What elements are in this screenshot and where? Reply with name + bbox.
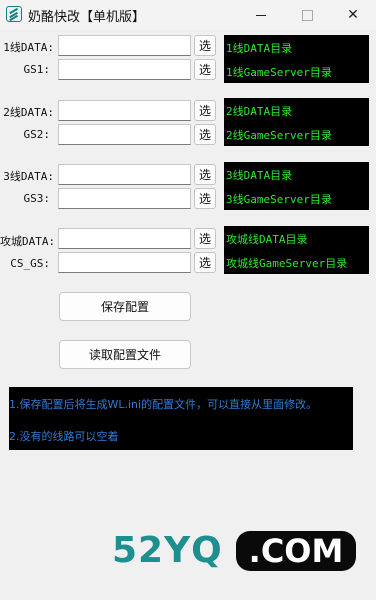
line1-path-panel: 1线DATA目录 1线GameServer目录: [224, 35, 369, 83]
line2-data-select-button[interactable]: 选: [194, 100, 216, 121]
maximize-icon: [301, 9, 313, 21]
line3-data-label: 3线DATA:: [3, 170, 54, 183]
siege-data-select-button[interactable]: 选: [194, 228, 216, 249]
line1-data-select-button[interactable]: 选: [194, 35, 216, 56]
line3-gs-input[interactable]: [58, 188, 191, 209]
line1-gs-label: GS1:: [23, 63, 51, 76]
line2-data-path: 2线DATA目录: [226, 105, 293, 118]
line2-gs-label: GS2:: [23, 128, 51, 141]
siege-gs-label: CS_GS:: [10, 257, 50, 270]
minimize-button[interactable]: [238, 0, 284, 30]
line1-data-label: 1线DATA:: [3, 41, 54, 54]
siege-gs-select-button[interactable]: 选: [194, 252, 216, 273]
title-bar: 奶酪快改【单机版】 ✕: [0, 0, 376, 30]
line3-path-panel: 3线DATA目录 3线GameServer目录: [224, 162, 369, 210]
siege-data-input[interactable]: [58, 228, 191, 249]
watermark-com-badge: .COM: [236, 531, 356, 571]
siege-data-label: 攻城DATA:: [0, 235, 56, 248]
line3-data-path: 3线DATA目录: [226, 169, 293, 182]
siege-path-panel: 攻城线DATA目录 攻城线GameServer目录: [224, 226, 369, 274]
line1-gs-select-button[interactable]: 选: [194, 59, 216, 80]
window-title: 奶酪快改【单机版】: [28, 10, 146, 25]
line2-gs-path: 2线GameServer目录: [226, 129, 332, 142]
note-line-2: 2.没有的线路可以空着: [9, 430, 119, 443]
line3-gs-path: 3线GameServer目录: [226, 193, 332, 206]
app-icon: [6, 6, 22, 22]
line1-data-path: 1线DATA目录: [226, 42, 293, 55]
line2-data-input[interactable]: [58, 100, 191, 121]
watermark-text: 52YQ: [112, 530, 223, 571]
minimize-icon: [256, 14, 266, 16]
siege-gs-path: 攻城线GameServer目录: [226, 257, 348, 270]
line2-path-panel: 2线DATA目录 2线GameServer目录: [224, 98, 369, 146]
note-line-1: 1.保存配置后将生成WL.ini的配置文件，可以直接从里面修改。: [9, 398, 318, 411]
siege-gs-input[interactable]: [58, 252, 191, 273]
line3-data-input[interactable]: [58, 164, 191, 185]
load-config-button[interactable]: 读取配置文件: [59, 340, 191, 369]
close-icon: ✕: [347, 7, 359, 23]
line3-data-select-button[interactable]: 选: [194, 164, 216, 185]
notes-panel: 1.保存配置后将生成WL.ini的配置文件，可以直接从里面修改。 2.没有的线路…: [9, 387, 353, 450]
line2-data-label: 2线DATA:: [3, 106, 54, 119]
line1-gs-input[interactable]: [58, 59, 191, 80]
line2-gs-input[interactable]: [58, 124, 191, 145]
maximize-button[interactable]: [284, 0, 330, 30]
line3-gs-select-button[interactable]: 选: [194, 188, 216, 209]
line1-gs-path: 1线GameServer目录: [226, 66, 332, 79]
siege-data-path: 攻城线DATA目录: [226, 233, 308, 246]
close-button[interactable]: ✕: [330, 0, 376, 30]
save-config-button[interactable]: 保存配置: [59, 292, 191, 321]
line1-data-input[interactable]: [58, 35, 191, 56]
line2-gs-select-button[interactable]: 选: [194, 124, 216, 145]
line3-gs-label: GS3:: [23, 192, 51, 205]
watermark-logo: 52YQ .COM: [112, 528, 356, 574]
